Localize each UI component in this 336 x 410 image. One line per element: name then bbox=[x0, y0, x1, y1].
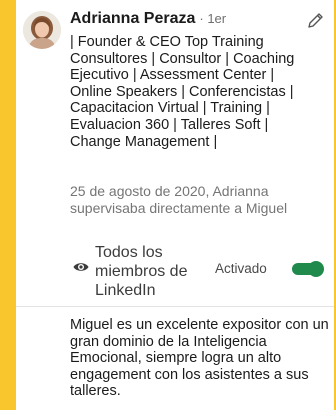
recommendation-meta: 25 de agosto de 2020, Adrianna supervisa… bbox=[70, 183, 288, 216]
recommendation-card: Adrianna Peraza · 1er | Founder & CEO Top… bbox=[16, 0, 334, 410]
eye-icon bbox=[73, 263, 89, 271]
connection-degree: · 1er bbox=[199, 11, 227, 26]
name-row: Adrianna Peraza · 1er bbox=[70, 10, 226, 28]
toggle-label: Activado bbox=[215, 261, 267, 276]
avatar-image bbox=[23, 11, 61, 49]
member-headline: | Founder & CEO Top Training Consultores… bbox=[70, 34, 295, 150]
visibility-toggle[interactable] bbox=[292, 261, 324, 277]
visibility-row: Todos los miembros de LinkedIn Activado bbox=[70, 243, 332, 301]
recommendation-text: Miguel es un excelente expositor con un … bbox=[70, 317, 329, 399]
divider bbox=[16, 306, 334, 307]
pencil-icon[interactable] bbox=[306, 12, 324, 30]
avatar[interactable] bbox=[23, 11, 61, 49]
toggle-knob bbox=[308, 261, 324, 277]
member-name[interactable]: Adrianna Peraza bbox=[70, 10, 195, 27]
visibility-label: Todos los miembros de LinkedIn bbox=[95, 244, 188, 299]
